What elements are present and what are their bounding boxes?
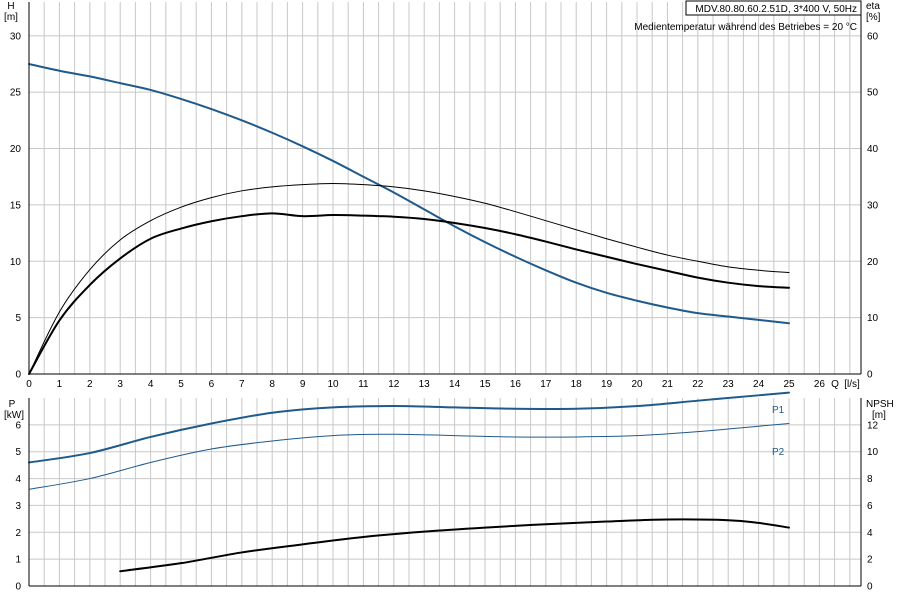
top-left-tick-label: 0 <box>15 370 21 381</box>
top-x-tick-label: 23 <box>723 379 735 390</box>
top-x-tick-label: 25 <box>783 379 795 390</box>
model-label: MDV.80.80.60.2.51D, 3*400 V, 50Hz <box>695 4 857 15</box>
top-left-tick-label: 10 <box>10 257 22 268</box>
top-x-tick-label: 19 <box>601 379 613 390</box>
top-x-tick-label: 18 <box>571 379 583 390</box>
bottom-right-tick-label: 4 <box>867 528 873 539</box>
top-left-tick-label: 30 <box>10 31 22 42</box>
top-left-axis-label: H <box>7 1 14 12</box>
top-right-tick-label: 60 <box>867 31 879 42</box>
top-x-tick-label: 5 <box>178 379 184 390</box>
top-x-tick-label: 7 <box>239 379 245 390</box>
top-x-tick-label: 21 <box>662 379 674 390</box>
top-x-tick-label: 26 <box>814 379 826 390</box>
top-x-tick-label: 0 <box>26 379 32 390</box>
top-x-tick-label: 1 <box>57 379 63 390</box>
top-right-tick-label: 50 <box>867 88 879 99</box>
bottom-right-tick-label: 6 <box>867 501 873 512</box>
top-right-tick-label: 10 <box>867 313 879 324</box>
top-left-tick-label: 5 <box>15 313 21 324</box>
top-x-tick-label: 10 <box>327 379 339 390</box>
top-x-tick-label: 15 <box>479 379 491 390</box>
p1-series-label: P1 <box>772 405 785 416</box>
p2-series-label: P2 <box>772 447 785 458</box>
top-x-tick-label: 12 <box>388 379 400 390</box>
top-x-tick-label: 16 <box>510 379 522 390</box>
bottom-left-tick-label: 5 <box>15 447 21 458</box>
top-chart: 05101520253001020304050600 1 2 3 4 5 6 7 8 9 10 11 1… <box>10 2 879 390</box>
x-axis-label-unit: [l/s] <box>844 379 860 390</box>
bottom-left-tick-label: 2 <box>15 528 21 539</box>
bottom-right-tick-label: 0 <box>867 582 873 593</box>
top-x-tick-label: 3 <box>117 379 123 390</box>
bottom-right-tick-label: 8 <box>867 474 873 485</box>
bottom-left-tick-label: 3 <box>15 501 21 512</box>
bottom-labels: 0123456024681012 <box>15 420 878 592</box>
top-x-tick-label: 9 <box>300 379 306 390</box>
bottom-chart: 0123456024681012 <box>15 391 879 593</box>
top-right-tick-label: 40 <box>867 144 879 155</box>
top-x-tick-label: 6 <box>209 379 215 390</box>
top-x-tick-label: 20 <box>631 379 643 390</box>
bottom-axes <box>28 398 862 587</box>
top-right-tick-label: 0 <box>867 370 873 381</box>
top-x-tick-label: 11 <box>358 379 369 390</box>
bottom-grid <box>28 398 861 587</box>
bottom-left-tick-label: 4 <box>15 474 21 485</box>
top-x-tick-label: 17 <box>540 379 552 390</box>
top-left-tick-label: 20 <box>10 144 22 155</box>
top-x-tick-label: 13 <box>419 379 431 390</box>
bottom-right-tick-label: 2 <box>867 555 873 566</box>
top-x-tick-label: 4 <box>148 379 154 390</box>
bottom-left-axis-label: P <box>9 399 16 410</box>
top-right-tick-label: 20 <box>867 257 879 268</box>
top-right-axis-label: eta <box>866 1 880 12</box>
top-labels: 05101520253001020304050600 1 2 3 4 5 6 7 8 9 10 11 1… <box>10 31 879 390</box>
top-x-tick-label: 14 <box>449 379 461 390</box>
medium-temperature-label: Medientemperatur während des Betriebes =… <box>634 22 857 33</box>
bottom-right-axis-unit: [m] <box>872 410 886 421</box>
top-x-tick-label: 22 <box>692 379 704 390</box>
bottom-right-axis-label: NPSH <box>866 399 894 410</box>
top-x-tick-label: 8 <box>269 379 275 390</box>
x-axis-label-q: Q <box>831 379 839 390</box>
top-left-axis-unit: [m] <box>4 12 18 23</box>
top-x-tick-label: 24 <box>753 379 765 390</box>
bottom-right-tick-label: 12 <box>867 420 879 431</box>
bottom-right-tick-label: 10 <box>867 447 879 458</box>
top-left-tick-label: 15 <box>10 200 22 211</box>
bottom-left-tick-label: 6 <box>15 420 21 431</box>
pump-performance-chart: 05101520253001020304050600 1 2 3 4 5 6 7 8 9 10 11 1… <box>4 0 894 593</box>
bottom-left-tick-label: 0 <box>15 582 21 593</box>
top-right-axis-unit: [%] <box>866 12 881 23</box>
top-right-tick-label: 30 <box>867 200 879 211</box>
top-left-tick-label: 25 <box>10 88 22 99</box>
bottom-left-tick-label: 1 <box>15 555 21 566</box>
bottom-left-axis-unit: [kW] <box>4 410 24 421</box>
top-x-tick-label: 2 <box>87 379 93 390</box>
